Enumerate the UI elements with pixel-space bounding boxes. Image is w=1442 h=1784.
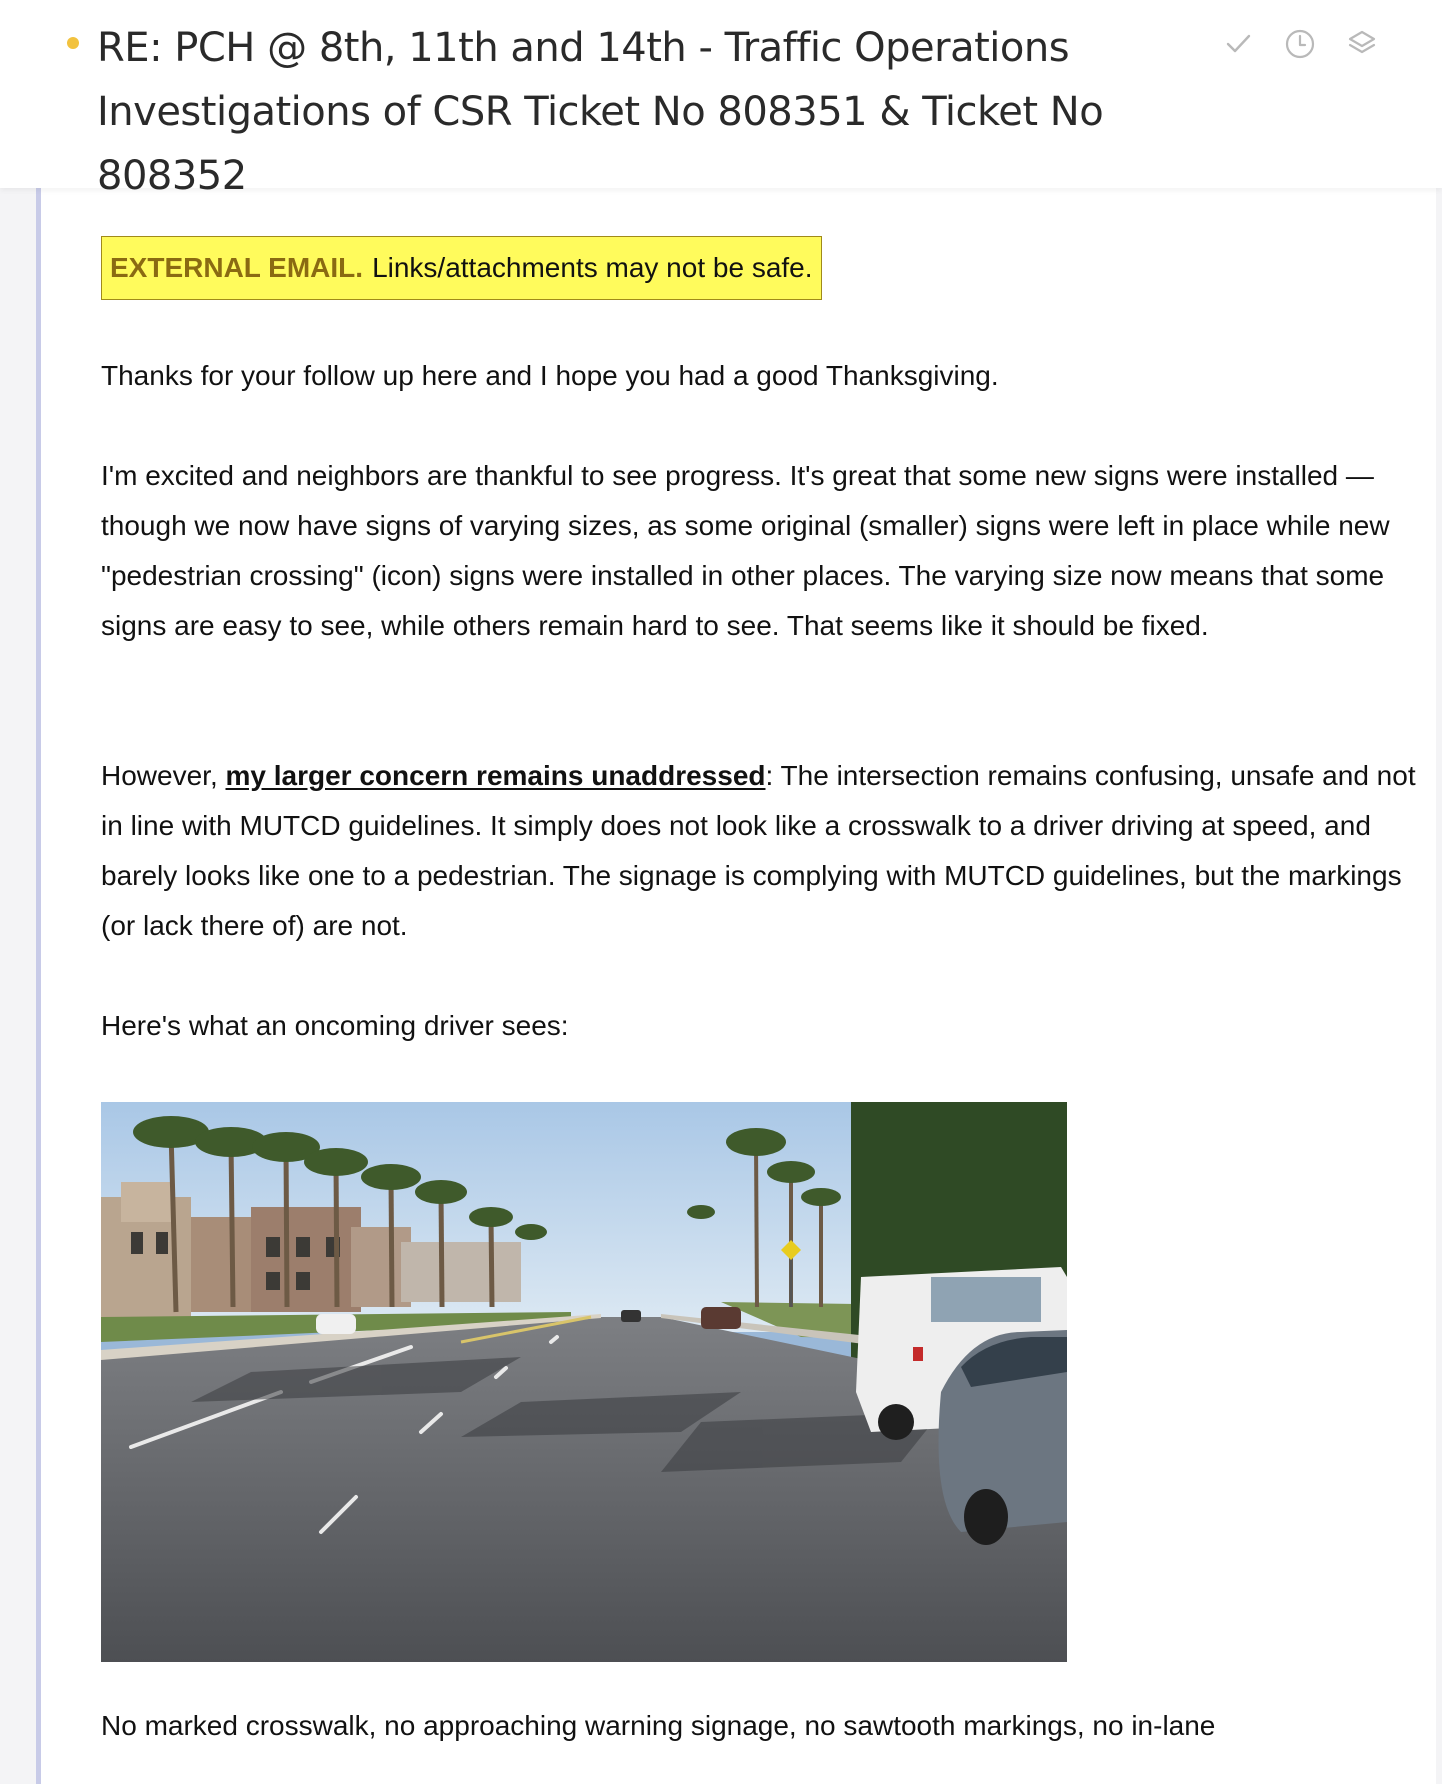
paragraph-markings: No marked crosswalk, no approaching warn… [101,1710,1216,1741]
external-email-text: Links/attachments may not be safe. [372,252,813,283]
message-body: EXTERNAL EMAIL. Links/attachments may no… [36,188,1436,1784]
email-subject: RE: PCH @ 8th, 11th and 14th - Traffic O… [97,25,1104,199]
paragraph-concern: However, my larger concern remains unadd… [101,751,1431,951]
snooze-button[interactable] [1284,28,1316,60]
paragraph-greeting: Thanks for your follow up here and I hop… [101,360,999,391]
mark-done-button[interactable] [1222,28,1254,60]
street-photo-illustration [101,1102,1067,1662]
concern-emphasis: my larger concern remains unaddressed [225,760,766,791]
paragraph-photo-intro: Here's what an oncoming driver sees: [101,1010,569,1041]
external-email-banner: EXTERNAL EMAIL. Links/attachments may no… [101,236,822,300]
layers-icon [1348,30,1376,54]
clock-icon [1285,29,1315,59]
external-email-label: EXTERNAL EMAIL. [110,252,364,283]
check-icon [1226,34,1251,53]
street-photo[interactable] [101,1102,1067,1662]
paragraph-signs: I'm excited and neighbors are thankful t… [101,460,1390,641]
unread-indicator [67,37,79,49]
move-button[interactable] [1346,28,1378,60]
concern-prefix: However, [101,760,226,791]
header-actions [1222,28,1378,60]
email-header: RE: PCH @ 8th, 11th and 14th - Traffic O… [0,0,1442,199]
